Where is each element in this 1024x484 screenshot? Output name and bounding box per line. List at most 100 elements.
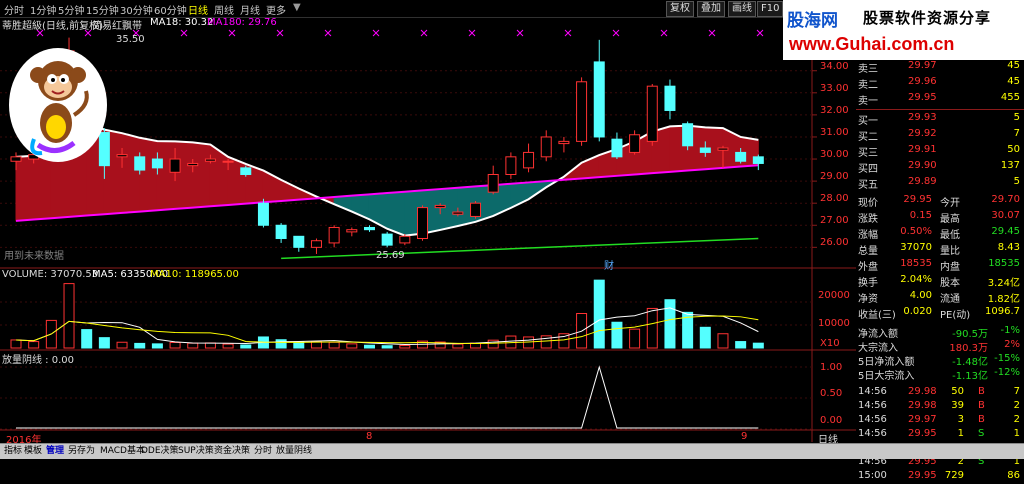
order-label: 买二 (858, 132, 878, 143)
stat-row: 换手 2.04% 股本 3.24亿 (856, 274, 1024, 289)
tick-count: 86 (1007, 470, 1020, 481)
tick-side: S (978, 428, 985, 439)
tf-monthly[interactable]: 月线 (240, 2, 260, 17)
stat-row: 涨跌 0.15 最高 30.07 (856, 210, 1024, 225)
volume-bar (187, 342, 199, 349)
candle-body (576, 81, 588, 142)
dropdown-arrow-icon[interactable]: ▼ (293, 2, 301, 13)
indicator2-name: 简易红飘带 (92, 21, 142, 32)
price-tick: 31.00 (820, 127, 849, 138)
volume-ma10: MA10: 118965.00 (150, 269, 239, 280)
low-price-label: 25.69 (376, 250, 405, 261)
tf-fenshi[interactable]: 分时 (4, 2, 24, 17)
flow-value: -1.48亿 (952, 357, 988, 368)
tf-30min[interactable]: 30分钟 (120, 2, 153, 17)
volume-bar (63, 283, 75, 349)
candle-body (487, 173, 499, 193)
order-volume: 455 (1000, 92, 1020, 103)
fund-flow-row: 净流入额 -90.5万 -1% (856, 325, 1024, 340)
stat-label-2: 最高 (940, 214, 960, 225)
candle-body (417, 207, 429, 240)
volume-bar (240, 344, 252, 349)
tf-60min[interactable]: 60分钟 (154, 2, 187, 17)
volume-bar (646, 307, 658, 349)
stat-value: 0.50% (900, 226, 932, 237)
tf-weekly[interactable]: 周线 (214, 2, 234, 17)
volume-bar (593, 279, 605, 349)
candle-body (470, 202, 482, 217)
tab-volume-down[interactable]: 放量阴线 (276, 445, 312, 458)
fund-flow-row: 大宗流入 180.3万 2% (856, 339, 1024, 354)
candle-body (717, 147, 729, 151)
volume-bar (611, 321, 623, 349)
stat-value: 18535 (900, 258, 932, 269)
chart-area[interactable]: 蒂胜超級(日线,前复权) 简易红飘带 MA18: 30.32 MA180: 29… (0, 17, 856, 446)
candlestick-chart[interactable] (0, 17, 856, 442)
candle-body (151, 158, 163, 169)
lower-tick: 1.00 (820, 362, 843, 373)
flow-label: 大宗流入 (858, 343, 898, 354)
tf-1min[interactable]: 1分钟 (30, 2, 56, 17)
volume-unit: X10 (820, 338, 840, 349)
candle-body (293, 235, 305, 248)
price-tick: 34.00 (820, 61, 849, 72)
tf-15min[interactable]: 15分钟 (86, 2, 119, 17)
buy-row: 买五 29.89 5 (856, 176, 1024, 191)
draw-button[interactable]: 画线 (728, 1, 756, 17)
candle-body (505, 156, 517, 175)
monkey-mascot-image (8, 45, 108, 163)
stat-label-2: 流通 (940, 294, 960, 305)
stat-label-2: 今开 (940, 198, 960, 209)
tab-timeshare[interactable]: 分时 (254, 445, 272, 458)
tab-macd[interactable]: MACD基本 (100, 445, 145, 458)
volume-bar (505, 335, 517, 349)
tf-5min[interactable]: 5分钟 (58, 2, 84, 17)
order-price: 29.89 (908, 176, 937, 187)
flow-pct: -12% (994, 367, 1020, 378)
order-label: 卖一 (858, 96, 878, 107)
stat-value-2: 1096.7 (985, 306, 1020, 317)
tab-sup[interactable]: SUP决策 (178, 445, 214, 458)
lower-indicator-title: 放量阴线 : 0.00 (2, 355, 74, 366)
f10-button[interactable]: F10 (757, 1, 784, 17)
ribbon-band (280, 179, 300, 202)
tf-more[interactable]: 更多 (266, 2, 286, 17)
order-price: 29.92 (908, 128, 937, 139)
tf-daily[interactable]: 日线 (188, 2, 208, 17)
volume-bar (98, 337, 110, 349)
volume-bar (399, 344, 411, 349)
volume-bar (169, 341, 181, 349)
candle-body (399, 235, 411, 244)
ribbon-band (139, 137, 158, 213)
stat-value-2: 30.07 (991, 210, 1020, 221)
volume-bar (275, 339, 287, 349)
tab-dde[interactable]: DDE决策 (141, 445, 179, 458)
flow-pct: 2% (1004, 339, 1020, 350)
adjust-button[interactable]: 复权 (666, 1, 694, 17)
order-price: 29.90 (908, 160, 937, 171)
tab-indicator[interactable]: 指标 (4, 445, 22, 458)
stat-value: 0.020 (903, 306, 932, 317)
price-tick: 29.00 (820, 171, 849, 182)
top-marker-icon (708, 29, 716, 37)
volume-tick: 10000 (818, 318, 850, 329)
order-volume: 50 (1007, 144, 1020, 155)
order-volume: 7 (1013, 128, 1020, 139)
tab-save-as[interactable]: 另存为 (68, 445, 95, 458)
support-trendline (281, 237, 759, 260)
tab-fund[interactable]: 资金决策 (214, 445, 250, 458)
volume-tick: 20000 (818, 290, 850, 301)
ribbon-band (439, 187, 459, 231)
stat-value: 2.04% (900, 274, 932, 285)
tab-template[interactable]: 模板 (24, 445, 42, 458)
ribbon-band (156, 140, 176, 211)
tab-manage[interactable]: 管理 (46, 445, 64, 458)
top-marker-icon (660, 29, 668, 37)
tick-time: 14:56 (858, 414, 887, 425)
stat-label: 涨跌 (858, 214, 878, 225)
brand-url[interactable]: www.Guhai.com.cn (789, 34, 954, 55)
candle-body (257, 202, 269, 226)
finance-marker: 财 (604, 261, 614, 272)
candle-body (682, 123, 694, 147)
overlay-button[interactable]: 叠加 (697, 1, 725, 17)
